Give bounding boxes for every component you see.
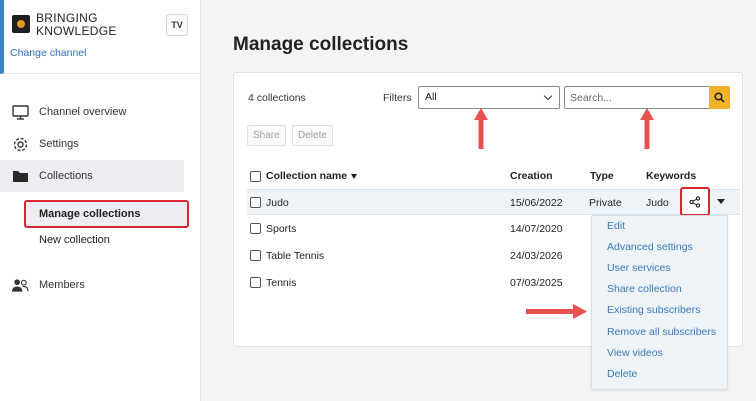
nav-label: Members [39, 279, 85, 291]
menu-item-existing-subscribers[interactable]: Existing subscribers [607, 304, 700, 316]
nav-label: Collections [39, 170, 93, 182]
chevron-down-icon [543, 91, 553, 101]
row-checkbox[interactable] [250, 197, 261, 208]
row-keywords: Judo [646, 197, 669, 209]
search-icon [714, 92, 725, 103]
channel-name: BRINGING KNOWLEDGE [36, 12, 126, 38]
share-button[interactable]: Share [247, 125, 286, 146]
column-header-creation[interactable]: Creation [510, 170, 553, 182]
row-creation: 07/03/2025 [510, 277, 563, 289]
nav-settings[interactable]: Settings [0, 128, 184, 160]
column-header-keywords[interactable]: Keywords [646, 170, 696, 182]
row-actions-dropdown-icon[interactable] [717, 199, 725, 204]
sort-down-icon [351, 173, 358, 179]
annotation-arrow-right-icon [526, 304, 587, 319]
share-icon [689, 195, 701, 208]
row-share-button[interactable] [680, 187, 710, 216]
row-name[interactable]: Judo [266, 197, 289, 209]
row-actions-menu: Edit Advanced settings User services Sha… [591, 215, 728, 390]
channel-badge: TV [166, 14, 188, 36]
filter-select-value: All [425, 91, 437, 103]
menu-item-edit[interactable]: Edit [607, 220, 625, 232]
menu-item-delete[interactable]: Delete [607, 368, 637, 380]
nav-members[interactable]: Members [0, 269, 184, 301]
column-header-name[interactable]: Collection name [266, 170, 358, 182]
channel-header: BRINGING KNOWLEDGE TV Change channel [0, 0, 200, 74]
menu-item-advanced-settings[interactable]: Advanced settings [607, 241, 693, 253]
nav-channel-overview[interactable]: Channel overview [0, 96, 184, 128]
row-checkbox[interactable] [250, 277, 261, 288]
page-title: Manage collections [233, 34, 409, 55]
gear-icon [11, 135, 29, 153]
channel-logo-icon [12, 15, 30, 33]
menu-item-share-collection[interactable]: Share collection [607, 283, 682, 295]
folder-icon [11, 167, 29, 185]
filters-label: Filters [383, 92, 412, 104]
search-button[interactable] [709, 86, 730, 109]
nav-collections[interactable]: Collections [0, 160, 184, 192]
nav-label: Settings [39, 138, 79, 150]
annotation-arrow-up-icon [640, 108, 654, 149]
change-channel-link[interactable]: Change channel [10, 47, 86, 59]
menu-item-remove-all-subscribers[interactable]: Remove all subscribers [607, 326, 716, 338]
nav-label: Channel overview [39, 106, 127, 118]
row-creation: 14/07/2020 [510, 223, 563, 235]
menu-item-user-services[interactable]: User services [607, 262, 671, 274]
select-all-checkbox[interactable] [250, 171, 261, 182]
row-creation: 15/06/2022 [510, 197, 563, 209]
sub-item-new-collection[interactable]: New collection [24, 234, 110, 246]
row-type: Private [589, 197, 622, 209]
monitor-icon [11, 103, 29, 121]
filter-select[interactable]: All [418, 86, 560, 109]
search-input[interactable] [564, 86, 710, 109]
menu-item-view-videos[interactable]: View videos [607, 347, 663, 359]
collections-count: 4 collections [248, 92, 306, 104]
row-name[interactable]: Table Tennis [266, 250, 324, 262]
sub-item-manage-collections[interactable]: Manage collections [24, 200, 189, 228]
annotation-arrow-up-icon [474, 108, 488, 149]
users-icon [11, 276, 29, 294]
column-header-label: Collection name [266, 170, 348, 182]
channel-name-line2: KNOWLEDGE [36, 24, 117, 38]
row-checkbox[interactable] [250, 250, 261, 261]
sidebar: BRINGING KNOWLEDGE TV Change channel Cha… [0, 0, 201, 401]
row-creation: 24/03/2026 [510, 250, 563, 262]
delete-button[interactable]: Delete [292, 125, 333, 146]
column-header-type[interactable]: Type [590, 170, 614, 182]
row-name[interactable]: Tennis [266, 277, 296, 289]
row-checkbox[interactable] [250, 223, 261, 234]
table-row[interactable]: Judo 15/06/2022 Private Judo [247, 189, 740, 215]
row-name[interactable]: Sports [266, 223, 296, 235]
